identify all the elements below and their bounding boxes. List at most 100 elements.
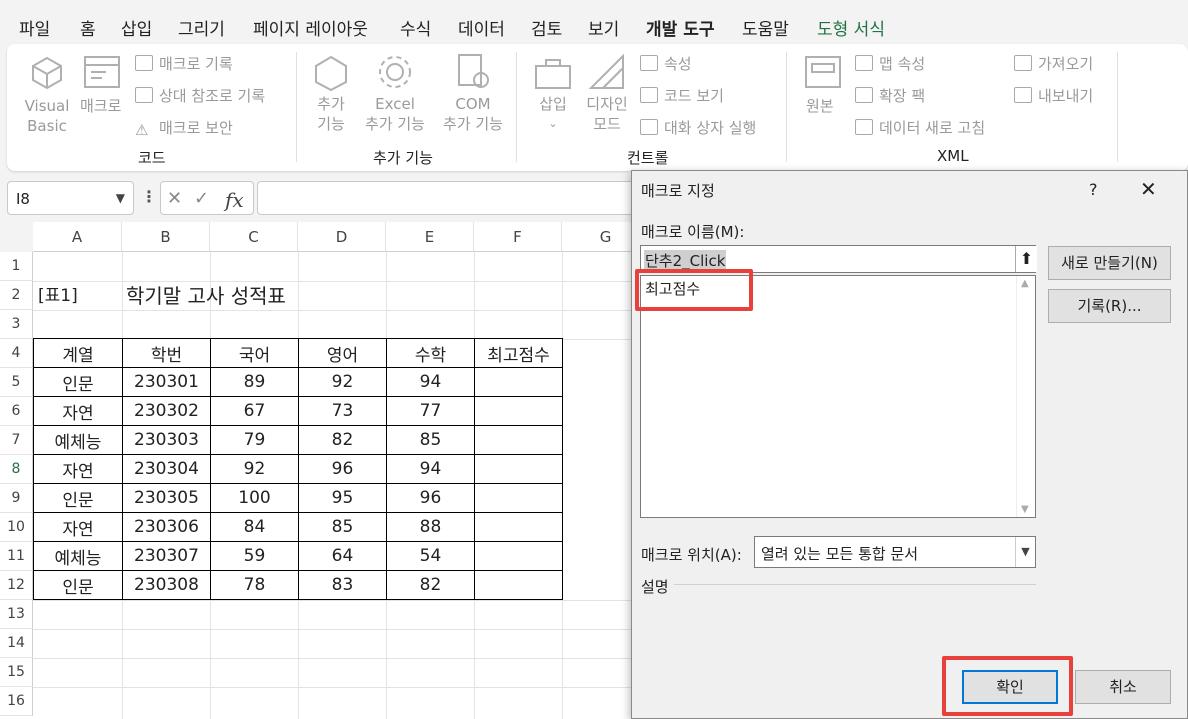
chevron-up-icon[interactable]: ▲: [1021, 278, 1029, 289]
row-header[interactable]: 12: [0, 571, 33, 600]
relative-reference-button[interactable]: 상대 참조로 기록: [135, 86, 265, 106]
row-header[interactable]: 14: [0, 629, 33, 658]
record-button[interactable]: 기록(R)...: [1048, 289, 1171, 323]
table-cell[interactable]: 96: [298, 454, 387, 484]
tab-insert[interactable]: 삽입: [121, 15, 152, 40]
table-cell[interactable]: 230306: [122, 512, 211, 542]
table-cell[interactable]: [474, 483, 563, 513]
table-cell[interactable]: 67: [210, 396, 299, 426]
table-cell[interactable]: [474, 396, 563, 426]
table-cell[interactable]: 230303: [122, 425, 211, 455]
refresh-data-button[interactable]: 데이터 새로 고침: [855, 118, 985, 138]
table-header-cell[interactable]: 국어: [210, 338, 299, 368]
table-cell[interactable]: 82: [298, 425, 387, 455]
table-cell[interactable]: 230304: [122, 454, 211, 484]
row-header[interactable]: 13: [0, 600, 33, 629]
table-cell[interactable]: 78: [210, 570, 299, 600]
tab-data[interactable]: 데이터: [458, 15, 505, 40]
record-macro-button[interactable]: 매크로 기록: [135, 54, 233, 74]
table-cell[interactable]: 자연: [33, 396, 123, 426]
tab-file[interactable]: 파일: [19, 15, 50, 40]
row-header[interactable]: 1: [0, 252, 33, 281]
table-cell[interactable]: 96: [386, 483, 475, 513]
macro-list[interactable]: 최고점수 ▲ ▼: [640, 275, 1036, 518]
table-cell[interactable]: 인문: [33, 483, 123, 513]
row-header[interactable]: 6: [0, 397, 33, 426]
row-header-selected[interactable]: 8: [0, 455, 33, 484]
tab-draw[interactable]: 그리기: [178, 15, 225, 40]
table-cell[interactable]: [474, 367, 563, 397]
table-cell[interactable]: 자연: [33, 512, 123, 542]
name-box[interactable]: I8 ▼: [7, 181, 134, 215]
table-cell[interactable]: 64: [298, 541, 387, 571]
table-cell[interactable]: 77: [386, 396, 475, 426]
table-cell[interactable]: 230308: [122, 570, 211, 600]
macro-security-button[interactable]: ⚠ 매크로 보안: [135, 118, 233, 139]
tab-page-layout[interactable]: 페이지 레이아웃: [253, 15, 368, 40]
tab-home[interactable]: 홈: [80, 15, 96, 40]
new-macro-button[interactable]: 새로 만들기(N): [1048, 246, 1171, 280]
table-cell[interactable]: 85: [386, 425, 475, 455]
table-cell[interactable]: [474, 541, 563, 571]
table-cell[interactable]: [474, 425, 563, 455]
table-cell[interactable]: 100: [210, 483, 299, 513]
tab-help[interactable]: 도움말: [742, 15, 789, 40]
table-cell[interactable]: 인문: [33, 570, 123, 600]
table-cell[interactable]: 230301: [122, 367, 211, 397]
chevron-down-icon[interactable]: ▼: [1015, 537, 1035, 567]
column-header-a[interactable]: A: [33, 222, 122, 252]
table-cell[interactable]: 인문: [33, 367, 123, 397]
table-cell[interactable]: 73: [298, 396, 387, 426]
sheet-title[interactable]: 학기말 고사 성적표: [126, 282, 286, 311]
row-header[interactable]: 5: [0, 368, 33, 397]
table-cell[interactable]: 자연: [33, 454, 123, 484]
table-cell[interactable]: [474, 570, 563, 600]
table-cell[interactable]: 94: [386, 454, 475, 484]
tab-review[interactable]: 검토: [531, 15, 562, 40]
table-cell[interactable]: 230302: [122, 396, 211, 426]
tab-view[interactable]: 보기: [588, 15, 619, 40]
cancel-icon[interactable]: ✕: [167, 188, 182, 209]
tab-developer[interactable]: 개발 도구: [646, 15, 715, 47]
table-header-cell[interactable]: 영어: [298, 338, 387, 368]
export-button[interactable]: 내보내기: [1014, 86, 1093, 106]
check-icon[interactable]: ✓: [194, 188, 209, 209]
chevron-down-icon[interactable]: ▼: [116, 191, 125, 205]
import-button[interactable]: 가져오기: [1014, 54, 1093, 74]
macro-location-select[interactable]: 열려 있는 모든 통합 문서 ▼: [754, 536, 1036, 568]
upload-arrow-icon[interactable]: ⬆: [1015, 246, 1037, 272]
table-cell[interactable]: 92: [210, 454, 299, 484]
row-header[interactable]: 9: [0, 484, 33, 513]
select-all-corner[interactable]: [0, 222, 33, 252]
table-header-cell[interactable]: 최고점수: [474, 338, 563, 368]
design-mode-button[interactable]: 디자인 모드: [582, 94, 632, 134]
table-cell[interactable]: 88: [386, 512, 475, 542]
more-options-icon[interactable]: ⋮: [141, 187, 157, 206]
table-cell[interactable]: 82: [386, 570, 475, 600]
map-properties-button[interactable]: 맵 속성: [855, 54, 925, 74]
addins-button[interactable]: 추가 기능: [309, 94, 353, 134]
row-header[interactable]: 7: [0, 426, 33, 455]
cell-a2[interactable]: [표1]: [38, 282, 78, 311]
properties-button[interactable]: 속성: [640, 54, 692, 74]
table-header-cell[interactable]: 수학: [386, 338, 475, 368]
table-cell[interactable]: 92: [298, 367, 387, 397]
table-cell[interactable]: 83: [298, 570, 387, 600]
column-header-e[interactable]: E: [386, 222, 474, 252]
table-cell[interactable]: 89: [210, 367, 299, 397]
table-cell[interactable]: 54: [386, 541, 475, 571]
close-icon[interactable]: ✕: [1140, 177, 1157, 201]
table-cell[interactable]: 79: [210, 425, 299, 455]
table-cell[interactable]: 85: [298, 512, 387, 542]
table-cell[interactable]: 230307: [122, 541, 211, 571]
help-icon[interactable]: ?: [1089, 180, 1098, 199]
insert-control-button[interactable]: 삽입 ⌄: [531, 94, 575, 134]
view-code-button[interactable]: 코드 보기: [640, 86, 724, 106]
table-cell[interactable]: 230305: [122, 483, 211, 513]
row-header[interactable]: 2: [0, 281, 33, 310]
visual-basic-button[interactable]: Visual Basic: [21, 96, 73, 136]
chevron-down-icon[interactable]: ▼: [1021, 504, 1029, 515]
excel-addins-button[interactable]: Excel 추가 기능: [359, 94, 431, 134]
expansion-packs-button[interactable]: 확장 팩: [855, 86, 925, 106]
row-header[interactable]: 16: [0, 687, 33, 716]
